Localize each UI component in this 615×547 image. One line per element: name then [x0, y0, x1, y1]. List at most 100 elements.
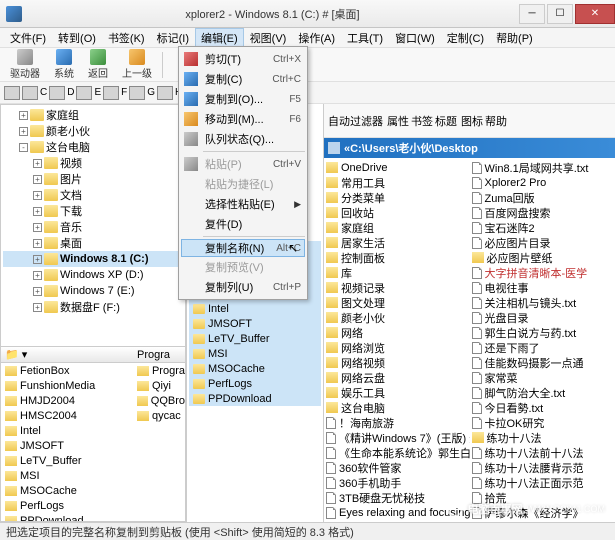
list-item[interactable]: Qiyi [133, 378, 185, 393]
list-item[interactable]: HMJD2004 [1, 393, 133, 408]
drive-button[interactable] [129, 86, 145, 100]
drive-button[interactable] [76, 86, 92, 100]
toolbar-button[interactable]: 返回 [82, 48, 114, 81]
list-item[interactable]: 必应图片目录 [472, 235, 614, 250]
list-item[interactable]: PerfLogs [189, 376, 321, 391]
menu-item[interactable]: 操作(A) [292, 28, 341, 48]
list-item[interactable]: 光盘目录 [472, 310, 614, 325]
menu-item[interactable]: 队列状态(Q)... [181, 129, 305, 149]
toolbar-button[interactable]: 系统 [48, 48, 80, 81]
list-item[interactable]: qycac [133, 408, 185, 423]
toolbar-button[interactable]: 标题 [435, 113, 457, 129]
list-item[interactable]: 电视往事 [472, 280, 614, 295]
list-item[interactable]: 练功十八法前十八法 [472, 445, 614, 460]
list-item[interactable]: 郭生白说方与药.txt [472, 325, 614, 340]
menu-item[interactable]: 工具(T) [341, 28, 389, 48]
tree-node[interactable]: +图片 [3, 171, 183, 187]
list-item[interactable]: MSI [189, 346, 321, 361]
menu-item[interactable]: 窗口(W) [389, 28, 441, 48]
tree-node[interactable]: +下载 [3, 203, 183, 219]
expand-icon[interactable]: + [33, 303, 42, 312]
tree-node[interactable]: +颜老小伙 [3, 123, 183, 139]
list-item[interactable]: 库 [326, 265, 468, 280]
list-item[interactable]: 关注相机与镜头.txt [472, 295, 614, 310]
list-item[interactable]: 《生命本能系统论》郭生白.txt [326, 445, 468, 460]
tree-node[interactable]: +家庭组 [3, 107, 183, 123]
list-item[interactable]: JMSOFT [189, 316, 321, 331]
list-item[interactable]: 网络 [326, 325, 468, 340]
list-item[interactable]: 还是下雨了 [472, 340, 614, 355]
menu-item[interactable]: 复制(C)Ctrl+C [181, 69, 305, 89]
toolbar-button[interactable]: 帮助 [485, 113, 507, 129]
list-item[interactable]: Eyes relaxing and focusing.exe [326, 505, 468, 520]
list-item[interactable]: 《精讲Windows 7》(王版) 影印版 [326, 430, 468, 445]
list-item[interactable]: MSOCache [189, 361, 321, 376]
maximize-button[interactable]: ☐ [547, 4, 573, 24]
file-list-right[interactable]: OneDrive常用工具分类菜单回收站家庭组居家生活控制面板库视频记录图文处理颜… [324, 158, 615, 522]
drive-button[interactable] [22, 86, 38, 100]
toolbar-button[interactable]: 属性 [387, 113, 409, 129]
list-item[interactable]: MSI [1, 468, 133, 483]
list-item[interactable]: ！海南旅游 [326, 415, 468, 430]
menu-item[interactable]: 复制列(U)Ctrl+P [181, 277, 305, 297]
list-item[interactable]: Progra [133, 363, 185, 378]
toolbar-button[interactable]: 上一级 [116, 48, 158, 81]
list-item[interactable]: 颜老小伙 [326, 310, 468, 325]
list-item[interactable]: OKPlayer [326, 520, 468, 522]
close-button[interactable]: ✕ [575, 4, 615, 24]
list-item[interactable]: 360手机助手 [326, 475, 468, 490]
menu-item[interactable]: 编辑(E) [195, 28, 244, 48]
tree-node[interactable]: +数据盘F (F:) [3, 299, 183, 315]
tree-node[interactable]: -这台电脑 [3, 139, 183, 155]
expand-icon[interactable]: + [33, 287, 42, 296]
tree-node[interactable]: +Windows 7 (E:) [3, 283, 183, 299]
list-item[interactable]: MSOCache [1, 483, 133, 498]
menu-item[interactable]: 移动到(M)...F6 [181, 109, 305, 129]
list-item[interactable]: 百度网盘搜索 [472, 205, 614, 220]
drive-button[interactable] [49, 86, 65, 100]
list-item[interactable]: 今日看勢.txt [472, 400, 614, 415]
menu-item[interactable]: 帮助(P) [490, 28, 539, 48]
menu-item[interactable]: 标记(I) [151, 28, 195, 48]
list-item[interactable]: Intel [1, 423, 133, 438]
list-item[interactable]: FetionBox [1, 363, 133, 378]
list-item[interactable]: PPDownload [189, 391, 321, 406]
list-item[interactable]: 家常菜 [472, 370, 614, 385]
tree-node[interactable]: +视频 [3, 155, 183, 171]
list-item[interactable]: 控制面板 [326, 250, 468, 265]
toolbar-button[interactable]: 图标 [461, 113, 483, 129]
list-item[interactable]: 居家生活 [326, 235, 468, 250]
expand-icon[interactable]: + [33, 255, 42, 264]
drive-button[interactable] [157, 86, 173, 100]
expand-icon[interactable]: + [33, 159, 42, 168]
menu-item[interactable]: 复制到(O)...F5 [181, 89, 305, 109]
list-item[interactable]: 图文处理 [326, 295, 468, 310]
list-item[interactable]: Zuma回版 [472, 190, 614, 205]
list-item[interactable]: Win8.1局域网共享.txt [472, 160, 614, 175]
column-header[interactable]: 📁 ▾ [1, 347, 133, 363]
minimize-button[interactable]: ─ [519, 4, 545, 24]
list-item[interactable]: 脚气防治大全.txt [472, 385, 614, 400]
list-item[interactable]: JMSOFT [1, 438, 133, 453]
list-item[interactable]: 网络浏览 [326, 340, 468, 355]
left-bottom-list[interactable]: 📁 ▾ FetionBoxFunshionMediaHMJD2004HMSC20… [0, 347, 186, 522]
list-item[interactable]: HMSC2004 [1, 408, 133, 423]
expand-icon[interactable]: + [33, 271, 42, 280]
list-item[interactable]: 宝石迷阵2 [472, 220, 614, 235]
menu-item[interactable]: 复件(D) [181, 214, 305, 234]
toolbar-button[interactable]: 驱动器 [4, 48, 46, 81]
list-item[interactable]: 视频记录 [326, 280, 468, 295]
list-item[interactable]: 网络云盘 [326, 370, 468, 385]
list-item[interactable]: QQBro [133, 393, 185, 408]
expand-icon[interactable]: + [19, 111, 28, 120]
list-item[interactable]: 分类菜单 [326, 190, 468, 205]
list-item[interactable]: 这台电脑 [326, 400, 468, 415]
menu-item[interactable]: 剪切(T)Ctrl+X [181, 49, 305, 69]
expand-icon[interactable]: + [33, 223, 42, 232]
menu-item[interactable]: 选择性粘贴(E)▶ [181, 194, 305, 214]
tree-node[interactable]: +桌面 [3, 235, 183, 251]
drive-button[interactable] [103, 86, 119, 100]
toolbar-button[interactable]: 书签 [411, 113, 433, 129]
expand-icon[interactable]: + [33, 175, 42, 184]
tree-node[interactable]: +Windows 8.1 (C:) [3, 251, 183, 267]
